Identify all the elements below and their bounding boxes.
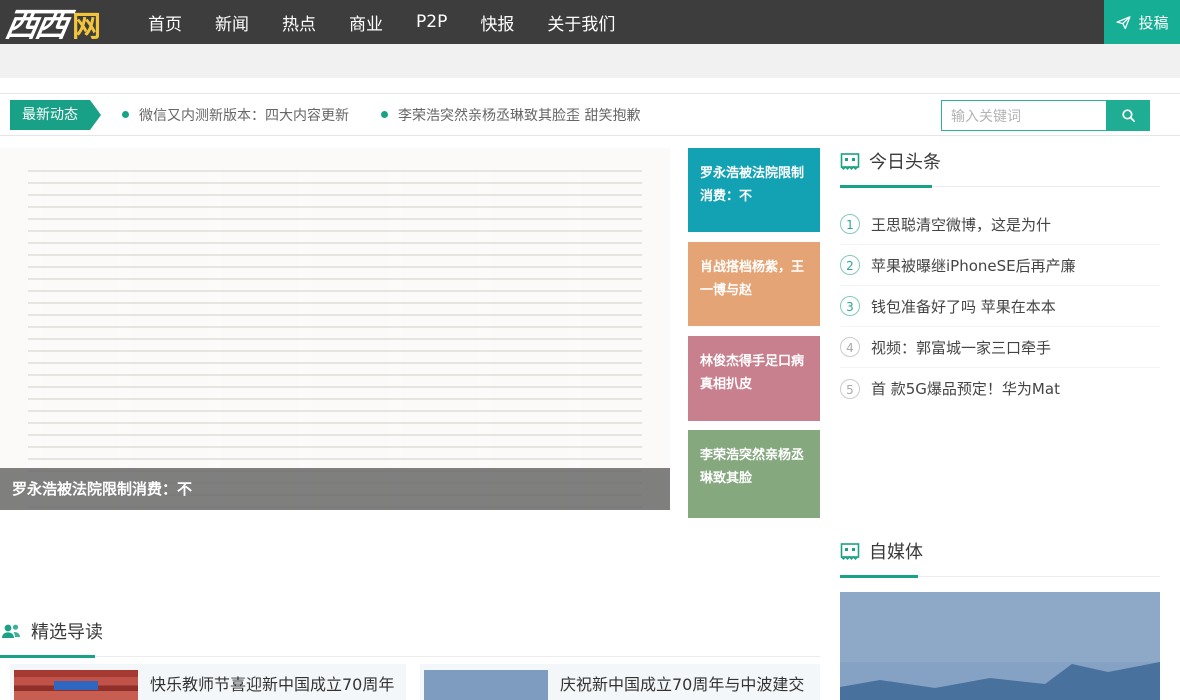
story-tile[interactable]: 肖战搭档杨紫，王一博与赵 bbox=[688, 242, 820, 326]
featured-reads-header: 精选导读 bbox=[0, 616, 820, 646]
bullet-dot-icon bbox=[122, 111, 129, 118]
we-media-section: 自媒体 bbox=[840, 536, 1160, 700]
headline-item[interactable]: 1 王思聪清空微博，这是为什 bbox=[840, 204, 1160, 245]
nav-item-about[interactable]: 关于我们 bbox=[547, 10, 615, 35]
accent-underline bbox=[0, 655, 95, 658]
story-tile[interactable]: 林俊杰得手足口病真相扒皮 bbox=[688, 336, 820, 421]
section-title: 自媒体 bbox=[869, 538, 923, 564]
headline-item[interactable]: 4 视频：郭富城一家三口牵手 bbox=[840, 327, 1160, 368]
logo-text-xixi: 西西 bbox=[2, 0, 70, 46]
nav-item-home[interactable]: 首页 bbox=[148, 10, 182, 35]
accent-underline bbox=[840, 575, 918, 578]
story-tile[interactable]: 罗永浩被法院限制消费：不 bbox=[688, 148, 820, 232]
latest-news-ticker: 最新动态 微信又内测新版本：四大内容更新 李荣浩突然亲杨丞琳致其脸歪 甜笑抱歉 bbox=[0, 93, 1180, 136]
article-title: 庆祝新中国成立70周年与中波建交70周年音乐会在波兰举行 bbox=[560, 672, 810, 700]
headline-text: 钱包准备好了吗 苹果在本本 bbox=[871, 296, 1056, 317]
featured-caption: 罗永浩被法院限制消费：不 bbox=[0, 468, 670, 510]
story-tiles: 罗永浩被法院限制消费：不 肖战搭档杨紫，王一博与赵 林俊杰得手足口病真相扒皮 李… bbox=[688, 148, 820, 518]
nav-item-p2p[interactable]: P2P bbox=[416, 12, 447, 32]
section-rule bbox=[840, 184, 1160, 188]
featured-image-texture bbox=[28, 170, 642, 510]
headline-item[interactable]: 2 苹果被曝继iPhoneSE后再产廉 bbox=[840, 245, 1160, 286]
search-box bbox=[941, 100, 1150, 131]
accent-underline bbox=[840, 185, 932, 188]
search-icon bbox=[1120, 107, 1137, 124]
we-media-landscape-image[interactable] bbox=[840, 592, 1160, 700]
section-title: 精选导读 bbox=[31, 618, 103, 644]
ticker-item[interactable]: 微信又内测新版本：四大内容更新 bbox=[122, 105, 349, 125]
section-rule bbox=[0, 654, 820, 658]
search-button[interactable] bbox=[1106, 100, 1150, 131]
nav-item-express[interactable]: 快报 bbox=[480, 10, 514, 35]
section-rule bbox=[840, 574, 1160, 578]
ticker-item-text: 李荣浩突然亲杨丞琳致其脸歪 甜笑抱歉 bbox=[398, 105, 640, 125]
page: 西西 网 首页 新闻 热点 商业 P2P 快报 关于我们 投稿 最新动态 微信又… bbox=[0, 0, 1180, 700]
article-thumbnail-mountains bbox=[424, 670, 548, 700]
submit-post-label: 投稿 bbox=[1138, 12, 1168, 33]
headline-text: 苹果被曝继iPhoneSE后再产廉 bbox=[871, 255, 1076, 276]
headline-text: 王思聪清空微博，这是为什 bbox=[871, 214, 1051, 235]
story-tile[interactable]: 李荣浩突然亲杨丞琳致其脸 bbox=[688, 430, 820, 518]
today-headlines-section: 今日头条 1 王思聪清空微博，这是为什 2 苹果被曝继iPhoneSE后再产廉 … bbox=[840, 146, 1160, 409]
sub-navbar-band bbox=[0, 44, 1180, 78]
ticker-item-text: 微信又内测新版本：四大内容更新 bbox=[139, 105, 349, 125]
site-logo[interactable]: 西西 网 bbox=[0, 0, 148, 46]
main-nav: 首页 新闻 热点 商业 P2P 快报 关于我们 bbox=[148, 10, 615, 35]
rank-badge: 2 bbox=[840, 255, 860, 275]
headline-item[interactable]: 3 钱包准备好了吗 苹果在本本 bbox=[840, 286, 1160, 327]
newspaper-icon bbox=[840, 542, 860, 561]
rank-badge: 1 bbox=[840, 214, 860, 234]
headline-item[interactable]: 5 首 款5G爆品预定！华为Mat bbox=[840, 368, 1160, 409]
we-media-header: 自媒体 bbox=[840, 536, 1160, 566]
article-card[interactable]: 庆祝新中国成立70周年与中波建交70周年音乐会在波兰举行 bbox=[420, 664, 820, 700]
rank-badge: 5 bbox=[840, 379, 860, 399]
newspaper-icon bbox=[840, 152, 860, 171]
featured-reads-section: 精选导读 快乐教师节喜迎新中国成立70周年 庆祝新中国成立70周年与中波建交70… bbox=[0, 616, 820, 700]
article-title: 快乐教师节喜迎新中国成立70周年 bbox=[150, 672, 400, 698]
logo-text-wang: 网 bbox=[72, 3, 101, 45]
submit-post-button[interactable]: 投稿 bbox=[1104, 0, 1180, 44]
headline-text: 首 款5G爆品预定！华为Mat bbox=[871, 378, 1060, 399]
headline-text: 视频：郭富城一家三口牵手 bbox=[871, 337, 1051, 358]
rank-badge: 4 bbox=[840, 337, 860, 357]
headline-list: 1 王思聪清空微博，这是为什 2 苹果被曝继iPhoneSE后再产廉 3 钱包准… bbox=[840, 204, 1160, 409]
nav-item-news[interactable]: 新闻 bbox=[215, 10, 249, 35]
featured-story[interactable]: 罗永浩被法院限制消费：不 bbox=[0, 148, 670, 510]
read-cards: 快乐教师节喜迎新中国成立70周年 庆祝新中国成立70周年与中波建交70周年音乐会… bbox=[0, 664, 820, 700]
article-card[interactable]: 快乐教师节喜迎新中国成立70周年 bbox=[10, 664, 406, 700]
search-input[interactable] bbox=[941, 100, 1106, 131]
nav-item-business[interactable]: 商业 bbox=[349, 10, 383, 35]
latest-news-badge: 最新动态 bbox=[10, 100, 90, 130]
section-title: 今日头条 bbox=[869, 148, 941, 174]
article-thumbnail-building bbox=[14, 670, 138, 700]
paper-plane-icon bbox=[1115, 14, 1132, 31]
top-navbar: 西西 网 首页 新闻 热点 商业 P2P 快报 关于我们 投稿 bbox=[0, 0, 1180, 44]
users-icon bbox=[0, 622, 22, 640]
today-headlines-header: 今日头条 bbox=[840, 146, 1160, 176]
ticker-item[interactable]: 李荣浩突然亲杨丞琳致其脸歪 甜笑抱歉 bbox=[381, 105, 640, 125]
rank-badge: 3 bbox=[840, 296, 860, 316]
nav-item-hot[interactable]: 热点 bbox=[282, 10, 316, 35]
bullet-dot-icon bbox=[381, 111, 388, 118]
